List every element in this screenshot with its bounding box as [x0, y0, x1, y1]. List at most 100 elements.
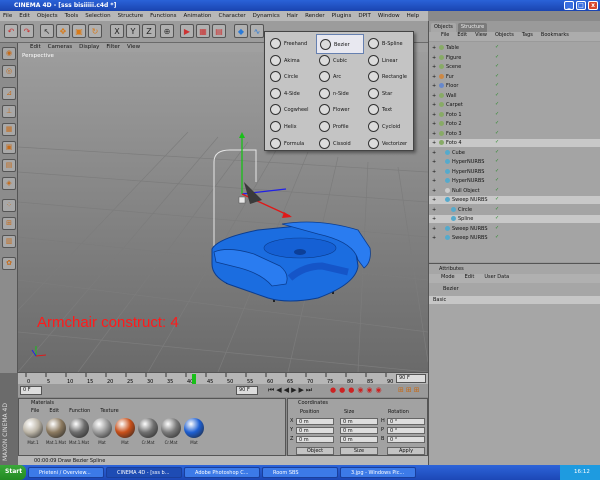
visibility-check-icon[interactable]: ✓ [495, 140, 500, 145]
undo-icon[interactable]: ↶ [4, 24, 18, 38]
menu-item-window[interactable]: Window [378, 13, 400, 21]
axis-mode-icon[interactable]: ⊥ [2, 105, 16, 118]
object-row[interactable]: + Sweep NURBS ✓ [429, 225, 600, 233]
visibility-check-icon[interactable]: ✓ [495, 54, 500, 60]
coord-size-field[interactable]: 0 m [340, 427, 378, 434]
object-row[interactable]: + Figure ✓ [429, 54, 600, 62]
menu-item-plugins[interactable]: Plugins [332, 13, 352, 21]
current-frame-field[interactable]: 0 F [20, 386, 42, 395]
object-menu-bookmarks[interactable]: Bookmarks [541, 32, 569, 41]
menu-item-objects[interactable]: Objects [37, 13, 58, 21]
expand-icon[interactable]: + [432, 63, 436, 71]
coord-pos-field[interactable]: 0 m [296, 418, 334, 425]
object-row[interactable]: + Foto 1 ✓ [429, 111, 600, 119]
menu-item-edit[interactable]: Edit [19, 13, 30, 21]
spline-item-formula[interactable]: Formula [267, 134, 315, 154]
expand-icon[interactable]: + [432, 158, 436, 166]
soft-selection-icon[interactable]: ▥ [2, 235, 16, 248]
coord-rot-field[interactable]: 0 ° [387, 436, 425, 443]
object-row[interactable]: + Sweep NURBS ✓ [429, 196, 600, 204]
visibility-check-icon[interactable]: ✓ [495, 178, 500, 183]
coord-pos-field[interactable]: 0 m [296, 436, 334, 443]
visibility-check-icon[interactable]: ✓ [495, 111, 500, 117]
z-axis-icon[interactable]: Z [142, 24, 156, 38]
material-swatch[interactable] [115, 418, 135, 438]
menu-item-character[interactable]: Character [218, 13, 245, 21]
menu-item-structure[interactable]: Structure [118, 13, 144, 21]
object-row[interactable]: + Foto 3 ✓ [429, 130, 600, 138]
viewport-menu-view[interactable]: View [127, 44, 140, 52]
object-menu-file[interactable]: File [441, 32, 449, 41]
visibility-check-icon[interactable]: ✓ [495, 102, 500, 107]
object-row[interactable]: + Floor ✓ [429, 82, 600, 90]
expand-icon[interactable]: + [432, 215, 436, 223]
object-menu-edit[interactable]: Edit [457, 32, 467, 41]
visibility-check-icon[interactable]: ✓ [495, 216, 500, 221]
coord-mode-dropdown[interactable]: Object [296, 447, 334, 455]
taskbar-task[interactable]: CINEMA 4D - [sss b... [106, 467, 182, 478]
visibility-check-icon[interactable]: ✓ [495, 73, 500, 79]
polygons-mode-icon[interactable]: ▤ [2, 159, 16, 172]
expand-icon[interactable]: + [432, 120, 436, 128]
object-menu-tags[interactable]: Tags [522, 32, 533, 41]
max-frame-field[interactable]: 90 F [236, 386, 258, 395]
materials-menu-file[interactable]: File [31, 408, 39, 416]
expand-icon[interactable]: + [432, 92, 436, 100]
coord-size-field[interactable]: 0 m [340, 418, 378, 425]
attributes-basic-tab[interactable]: Basic [429, 296, 600, 304]
spline-item-vectorizer[interactable]: Vectorizer [365, 134, 413, 154]
menu-item-selection[interactable]: Selection [85, 13, 110, 21]
y-axis-icon[interactable]: Y [126, 24, 140, 38]
menu-item-render[interactable]: Render [305, 13, 325, 21]
make-editable-icon[interactable]: ◉ [2, 47, 16, 60]
edges-mode-icon[interactable]: ▣ [2, 141, 16, 154]
expand-icon[interactable]: + [432, 196, 436, 204]
material-swatch[interactable] [92, 418, 112, 438]
material-swatch[interactable] [69, 418, 89, 438]
materials-menu-texture[interactable]: Texture [100, 408, 118, 416]
coord-rot-field[interactable]: 0 ° [387, 427, 425, 434]
menu-item-file[interactable]: File [3, 13, 12, 21]
rotate-icon[interactable]: ↻ [88, 24, 102, 38]
spline-tool-icon[interactable]: ∿ [250, 24, 264, 38]
viewport-menu-filter[interactable]: Filter [106, 44, 120, 52]
materials-menu-edit[interactable]: Edit [49, 408, 59, 416]
timeline-playhead[interactable] [192, 374, 196, 384]
close-button[interactable]: x [588, 1, 598, 10]
expand-icon[interactable]: + [432, 101, 436, 109]
transport-buttons[interactable]: ⏮◀◀▶▶⏭ [268, 386, 314, 395]
visibility-check-icon[interactable]: ✓ [495, 92, 500, 98]
object-mode-icon[interactable]: ◎ [2, 65, 16, 78]
object-row[interactable]: + Sweep NURBS ✓ [429, 234, 600, 242]
visibility-check-icon[interactable]: ✓ [495, 187, 500, 193]
menu-item-dpit[interactable]: DPIT [358, 13, 371, 21]
material-swatch[interactable] [161, 418, 181, 438]
object-row[interactable]: + Foto 2 ✓ [429, 120, 600, 128]
object-row[interactable]: + Null Object ✓ [429, 187, 600, 195]
texture-mode-icon[interactable]: ⊿ [2, 87, 16, 100]
menu-item-functions[interactable]: Functions [150, 13, 176, 21]
timeline-ruler[interactable]: 0 5 10 15 20 25 30 35 40 45 50 55 60 65 70 75 80 85 90 90 … [18, 372, 428, 385]
expand-icon[interactable]: + [432, 225, 436, 233]
coord-rot-field[interactable]: 0 ° [387, 418, 425, 425]
object-row[interactable]: + HyperNURBS ✓ [429, 177, 600, 185]
expand-icon[interactable]: + [432, 187, 436, 195]
viewport-menu-edit[interactable]: Edit [30, 44, 41, 52]
spline-item-cissoid[interactable]: Cissoid [316, 134, 364, 154]
expand-icon[interactable]: + [432, 54, 436, 62]
visibility-check-icon[interactable]: ✓ [495, 159, 500, 164]
visibility-check-icon[interactable]: ✓ [495, 64, 500, 69]
workplane-icon[interactable]: ⊞ [2, 217, 16, 230]
expand-icon[interactable]: + [432, 44, 436, 52]
points-mode-icon[interactable]: ▦ [2, 123, 16, 136]
expand-icon[interactable]: + [432, 82, 436, 90]
expand-icon[interactable]: + [432, 73, 436, 81]
visibility-check-icon[interactable]: ✓ [495, 149, 500, 155]
material-swatch[interactable] [23, 418, 43, 438]
menu-item-help[interactable]: Help [407, 13, 420, 21]
menu-item-tools[interactable]: Tools [65, 13, 79, 21]
material-swatch[interactable] [138, 418, 158, 438]
coord-size-dropdown[interactable]: Size [340, 447, 378, 455]
render-view-icon[interactable]: ▶ [180, 24, 194, 38]
object-row[interactable]: + Circle ✓ [429, 206, 600, 214]
